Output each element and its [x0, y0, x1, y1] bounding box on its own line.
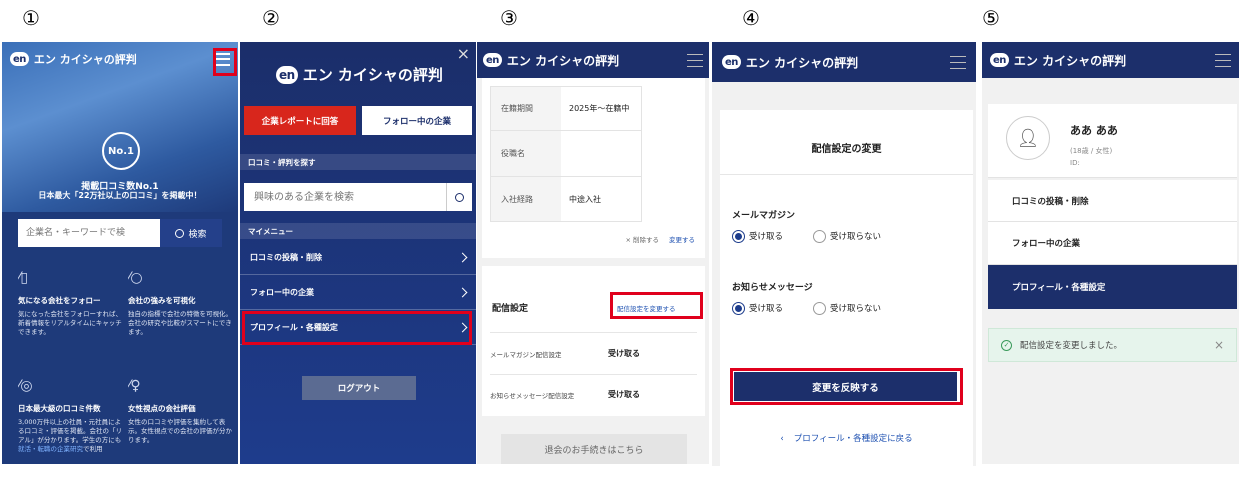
logout-button[interactable]: ログアウト [302, 376, 416, 400]
radio-checked-icon [732, 230, 745, 243]
highlight-hamburger [213, 48, 237, 76]
menu-item-reviews[interactable]: 口コミの投稿・削除 [240, 240, 476, 275]
hamburger-menu-icon[interactable] [950, 55, 966, 69]
chevron-right-icon [457, 287, 468, 297]
profile-card: 👤︎ ああ ああ (18歳 / 女性) ID: [988, 104, 1237, 178]
step-number-4: ④ [742, 6, 760, 30]
search-icon [455, 192, 464, 202]
radio-unchecked-icon [813, 302, 827, 315]
highlight-apply-button [730, 368, 963, 405]
notice-message-label: お知らせメッセージ [732, 283, 813, 293]
profile-table-card: 在籍期間 2025年～在籍中 役職名 入社経路 中途入社 × 削除する 変更する [482, 78, 705, 258]
radio-notice-off[interactable]: 受け取らない [813, 302, 881, 315]
section-mymenu-header: マイメニュー [240, 223, 476, 239]
avatar: 👤︎ [1006, 116, 1050, 160]
feature-reviews: ⁄◎ 日本最大級の口コミ件数 3,000万件以上の社員・元社員による口コミ・評価… [18, 378, 122, 453]
no1-badge: No.1 [102, 132, 140, 170]
radio-mail-off[interactable]: 受け取らない [813, 230, 881, 243]
table-row: 在籍期間 2025年～在籍中 [490, 86, 642, 131]
feature-grid: ⁄▯ 気になる会社をフォロー 気になった会社をフォローすれば、新着情報をリアルタ… [18, 270, 232, 464]
circles-icon: ⁄◎ [18, 378, 33, 394]
building-icon: ⁄▯ [18, 270, 29, 286]
chevron-right-icon [457, 252, 468, 262]
brand-logo[interactable]: en エン カイシャの評判 [990, 52, 1126, 69]
hero-headline-2: 日本最大「22万社以上の口コミ」を掲載中！ [38, 191, 202, 200]
setting-row-mail: メールマガジン配信設定 受け取る [490, 332, 697, 374]
hamburger-menu-icon[interactable] [687, 53, 703, 67]
settings-card: 配信設定の変更 メールマガジン 受け取る 受け取らない お知らせメッセージ 受け… [720, 110, 973, 466]
answer-report-button[interactable]: 企業レポートに回答 [244, 106, 356, 135]
search-input[interactable] [18, 219, 160, 247]
magnifier-icon: ⁄○ [128, 270, 143, 286]
radio-mail-on[interactable]: 受け取る [732, 230, 783, 243]
feature-follow: ⁄▯ 気になる会社をフォロー 気になった会社をフォローすれば、新着情報をリアルタ… [18, 270, 122, 336]
menu-item-following[interactable]: フォロー中の企業 [988, 222, 1237, 265]
page-title: 配信設定の変更 [811, 144, 882, 155]
search-button[interactable] [446, 183, 472, 211]
highlight-change-settings [610, 292, 703, 319]
table-row: 入社経路 中途入社 [490, 177, 642, 222]
step-number-1: ① [22, 6, 40, 30]
step-number-3: ③ [500, 6, 518, 30]
user-icon: 👤︎ [1016, 127, 1040, 149]
menu-item-reviews[interactable]: 口コミの投稿・削除 [988, 180, 1237, 222]
search-icon [175, 228, 185, 238]
highlight-profile-settings [242, 311, 472, 345]
female-icon: ⁄♀ [128, 378, 141, 394]
brand-logo[interactable]: en エン カイシャの評判 [276, 64, 443, 85]
radio-checked-icon [732, 302, 745, 315]
back-to-profile-link[interactable]: ‹ プロフィール・各種設定に戻る [720, 432, 973, 444]
success-toast: ✓ 配信設定を変更しました。 × [988, 328, 1237, 362]
brand-logo[interactable]: en エン カイシャの評判 [722, 54, 858, 71]
radio-notice-on[interactable]: 受け取る [732, 302, 783, 315]
menu-item-profile-settings[interactable]: プロフィール・各種設定 [988, 265, 1237, 309]
top-navbar: en エン カイシャの評判 [712, 42, 976, 82]
following-companies-button[interactable]: フォロー中の企業 [362, 106, 472, 135]
mail-magazine-label: メールマガジン [732, 211, 796, 221]
panel-4-delivery-change: en エン カイシャの評判 配信設定の変更 メールマガジン 受け取る 受け取らな… [712, 42, 976, 466]
table-row: 役職名 [490, 131, 642, 177]
menu-item-following[interactable]: フォロー中の企業 [240, 275, 476, 310]
search-button[interactable]: 検索 [160, 219, 222, 247]
user-id: ID: [1070, 159, 1080, 167]
close-icon[interactable]: × [1214, 338, 1224, 352]
job-research-link[interactable]: 就活・転職の企業研究 [18, 445, 83, 453]
panel-1-home: en エン カイシャの評判 No.1 掲載口コミ数No.1 日本最大「22万社以… [2, 42, 238, 464]
section-title: 配信設定 [492, 304, 529, 314]
delivery-settings-card: 配信設定 配信設定を変更する メールマガジン配信設定 受け取る お知らせメッセー… [482, 266, 705, 416]
panel-5-completed: en エン カイシャの評判 👤︎ ああ ああ (18歳 / 女性) ID: 口コ… [982, 42, 1239, 464]
company-search-input[interactable] [244, 183, 446, 211]
top-navbar: en エン カイシャの評判 [477, 42, 709, 78]
panel-3-profile: en エン カイシャの評判 在籍期間 2025年～在籍中 役職名 入社経路 中途… [477, 42, 709, 464]
withdraw-button[interactable]: 退会のお手続きはこちら [501, 434, 687, 464]
feature-strength: ⁄○ 会社の強みを可視化 独自の指標で会社の特徴を可視化。会社の研究や比較がスマ… [128, 270, 232, 336]
top-navbar: en エン カイシャの評判 [982, 42, 1239, 78]
user-name: ああ ああ [1070, 124, 1118, 137]
brand-logo[interactable]: en エン カイシャの評判 [10, 51, 137, 67]
feature-women: ⁄♀ 女性視点の会社評価 女性の口コミや評価を集約して表示。女性視点での会社の評… [128, 378, 232, 444]
step-number-2: ② [262, 6, 280, 30]
user-meta: (18歳 / 女性) [1070, 147, 1113, 155]
delete-link[interactable]: × 削除する [625, 234, 659, 244]
change-link[interactable]: 変更する [669, 234, 695, 244]
close-icon[interactable]: × [457, 44, 470, 63]
section-search-header: 口コミ・評判を探す [240, 154, 476, 170]
step-number-5: ⑤ [982, 6, 1000, 30]
panel-2-menu: × en エン カイシャの評判 企業レポートに回答 フォロー中の企業 口コミ・評… [240, 42, 476, 464]
brand-logo[interactable]: en エン カイシャの評判 [483, 52, 619, 69]
radio-unchecked-icon [813, 230, 827, 243]
chevron-left-icon: ‹ [780, 434, 784, 444]
setting-row-notice: お知らせメッセージ配信設定 受け取る [490, 374, 697, 414]
check-circle-icon: ✓ [1001, 339, 1012, 351]
hamburger-menu-icon[interactable] [1215, 53, 1231, 67]
